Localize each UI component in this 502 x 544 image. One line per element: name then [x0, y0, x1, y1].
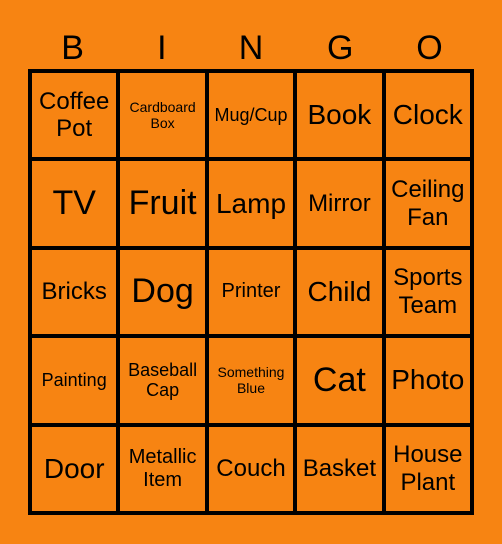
- bingo-cell[interactable]: Coffee Pot: [32, 73, 117, 158]
- header-letter-o: O: [416, 29, 443, 67]
- bingo-cell[interactable]: Mirror: [297, 161, 382, 246]
- bingo-cell[interactable]: Clock: [385, 73, 470, 158]
- bingo-cell[interactable]: Cardboard Box: [120, 73, 205, 158]
- bingo-cell[interactable]: Photo: [385, 338, 470, 423]
- bingo-cell[interactable]: Dog: [120, 249, 205, 335]
- header-letter-n: N: [238, 29, 264, 67]
- bingo-cell[interactable]: Mug/Cup: [208, 73, 294, 158]
- bingo-cell[interactable]: Basket: [297, 426, 382, 511]
- bingo-cell[interactable]: Printer: [208, 249, 294, 335]
- bingo-cell[interactable]: Door: [32, 426, 117, 511]
- bingo-cell[interactable]: Bricks: [32, 249, 117, 335]
- bingo-cell[interactable]: Child: [297, 249, 382, 335]
- bingo-cell[interactable]: Cat: [297, 338, 382, 423]
- header-letter-b: B: [61, 29, 84, 67]
- bingo-cell[interactable]: Lamp: [208, 161, 294, 246]
- bingo-cell[interactable]: Something Blue: [208, 338, 294, 423]
- header-letter-i: I: [157, 29, 167, 67]
- bingo-cell[interactable]: Painting: [32, 338, 117, 423]
- bingo-cell[interactable]: Fruit: [120, 161, 205, 246]
- bingo-cell[interactable]: House Plant: [385, 426, 470, 511]
- bingo-header: B I N G O: [28, 28, 474, 68]
- bingo-cell[interactable]: Ceiling Fan: [385, 161, 470, 246]
- bingo-cell[interactable]: Baseball Cap: [120, 338, 205, 423]
- bingo-cell[interactable]: Sports Team: [385, 249, 470, 335]
- bingo-cell[interactable]: Metallic Item: [120, 426, 205, 511]
- bingo-card-grid: Coffee Pot Cardboard Box Mug/Cup Book Clock T…: [28, 69, 474, 515]
- header-letter-g: G: [326, 29, 354, 67]
- bingo-cell[interactable]: Book: [297, 73, 382, 158]
- bingo-cell[interactable]: Couch: [208, 426, 294, 511]
- bingo-cell[interactable]: TV: [32, 161, 117, 246]
